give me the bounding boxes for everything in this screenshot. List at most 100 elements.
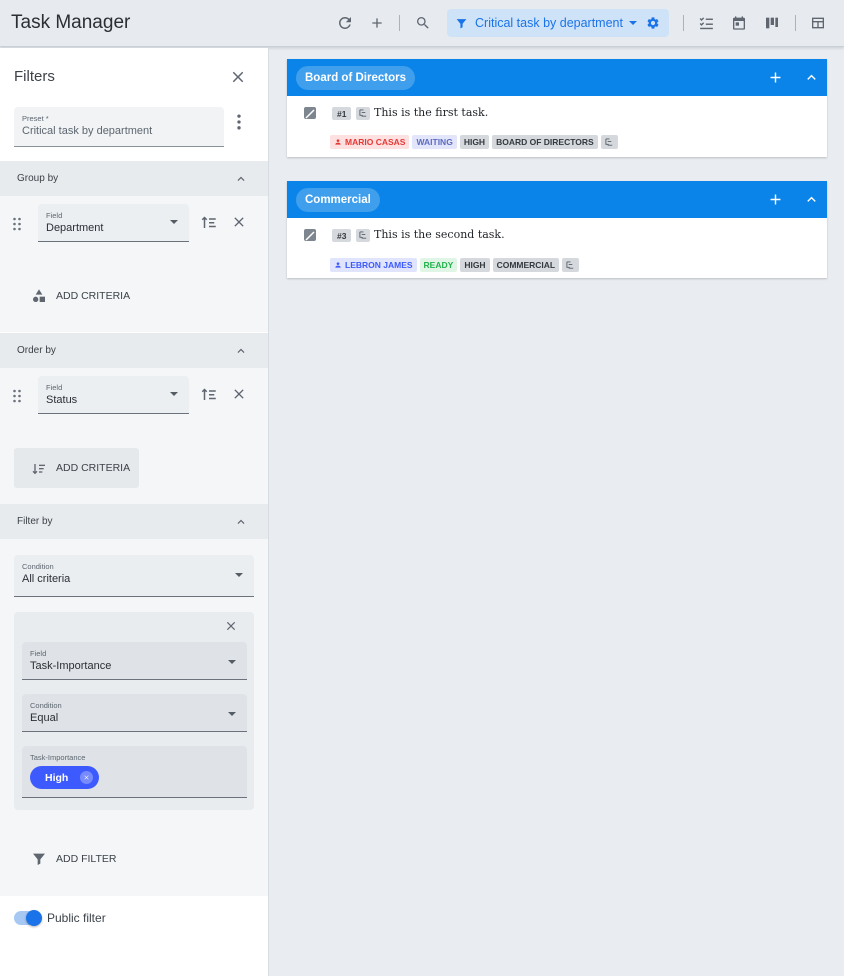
condition-label: Condition [30, 701, 62, 710]
filters-sidebar: Filters Preset * Critical task by depart… [0, 48, 269, 976]
remove-criteria-icon[interactable] [229, 384, 249, 404]
group-header: Commercial [287, 181, 827, 218]
subtasks-icon [562, 258, 580, 272]
task-id: #1 [332, 107, 352, 120]
refresh-icon[interactable] [334, 12, 356, 34]
toolbar-divider [795, 15, 796, 31]
task-card[interactable]: #3 This is the second task. LEBRON JAMES… [287, 218, 827, 279]
group-title: Commercial [296, 188, 380, 212]
public-filter-toggle[interactable] [14, 910, 42, 926]
department-tag: COMMERCIAL [492, 258, 560, 272]
drag-handle-icon[interactable] [12, 389, 22, 403]
collapse-icon[interactable] [803, 191, 820, 208]
field-label: Field [46, 383, 63, 392]
importance-tag: HIGH [460, 258, 490, 272]
remove-criteria-icon[interactable] [229, 212, 249, 232]
subtasks-icon [356, 107, 370, 120]
group-by-field-select[interactable]: Field Department [38, 204, 189, 242]
add-filter-button[interactable]: ADD FILTER [14, 839, 139, 879]
kanban-view-icon[interactable] [761, 12, 783, 34]
condition-value: Equal [30, 712, 59, 724]
filter-field-select[interactable]: Field Task-Importance [22, 642, 247, 680]
assignee-tag[interactable]: MARIO CASAS [330, 135, 410, 149]
caret-down-icon [228, 660, 236, 664]
sort-direction-icon[interactable] [199, 384, 219, 404]
filter-value-input[interactable]: Task-Importance High [22, 746, 247, 798]
caret-down-icon [628, 21, 637, 25]
task-card[interactable]: #1 This is the first task. MARIO CASAS W… [287, 96, 827, 157]
status-icon [304, 107, 316, 119]
preset-field[interactable]: Preset * Critical task by department [14, 107, 224, 147]
preset-field-label: Preset * [22, 114, 49, 123]
filter-operator-select[interactable]: Condition Equal [22, 694, 247, 732]
app-title: Task Manager [11, 12, 131, 33]
filter-by-title: Filter by [17, 516, 53, 527]
task-tags: MARIO CASAS WAITING HIGH BOARD OF DIRECT… [330, 135, 618, 149]
field-value: Status [46, 394, 78, 406]
add-filter-label: ADD FILTER [56, 853, 117, 865]
table-view-icon[interactable] [807, 12, 829, 34]
sort-direction-icon[interactable] [199, 212, 219, 232]
chevron-up-icon[interactable] [234, 344, 248, 358]
importance-tag: HIGH [459, 135, 490, 149]
filter-condition-select[interactable]: Condition All criteria [14, 555, 254, 597]
field-label: Field [30, 649, 47, 658]
caret-down-icon [170, 392, 178, 396]
caret-down-icon [170, 220, 178, 224]
add-order-criteria-button[interactable]: ADD CRITERIA [14, 448, 139, 488]
preset-selector-label: Critical task by department [475, 16, 623, 30]
add-task-icon[interactable] [767, 191, 784, 208]
shapes-icon [33, 289, 45, 302]
top-bar: Task Manager Critical task by department [0, 0, 844, 47]
order-by-header[interactable]: Order by [0, 333, 268, 368]
add-icon[interactable] [366, 12, 388, 34]
close-icon[interactable] [229, 68, 247, 86]
caret-down-icon [228, 712, 236, 716]
filter-icon [33, 853, 45, 865]
add-task-icon[interactable] [767, 69, 784, 86]
filter-by-header[interactable]: Filter by [0, 504, 268, 539]
group-by-title: Group by [17, 173, 59, 184]
person-icon [335, 139, 341, 145]
task-group: Commercial #3 This is the second task. L… [287, 181, 827, 278]
status-icon [304, 229, 316, 241]
drag-handle-icon[interactable] [12, 217, 22, 231]
group-by-header[interactable]: Group by [0, 161, 268, 196]
remove-filter-icon[interactable] [221, 616, 241, 636]
more-options-icon[interactable] [229, 112, 249, 132]
condition-label: Condition [22, 562, 54, 571]
search-icon[interactable] [412, 12, 434, 34]
collapse-icon[interactable] [803, 69, 820, 86]
status-tag: WAITING [412, 135, 457, 149]
sort-icon [32, 464, 45, 475]
task-title: This is the second task. [374, 228, 505, 241]
remove-chip-icon[interactable] [80, 771, 94, 784]
preset-selector[interactable]: Critical task by department [447, 9, 669, 37]
filter-rule-card: Field Task-Importance Condition Equal Ta… [14, 612, 254, 810]
gear-icon[interactable] [646, 16, 660, 30]
calendar-view-icon[interactable] [728, 12, 750, 34]
task-group: Board of Directors #1 This is the first … [287, 59, 827, 157]
assignee-tag[interactable]: LEBRON JAMES [330, 258, 417, 272]
task-id: #3 [332, 229, 352, 242]
value-chip[interactable]: High [30, 766, 100, 789]
filter-icon [456, 18, 467, 28]
status-tag: READY [419, 258, 458, 272]
subtasks-icon [600, 135, 618, 149]
add-criteria-label: ADD CRITERIA [56, 290, 131, 302]
chevron-up-icon[interactable] [234, 172, 248, 186]
add-group-criteria-button[interactable]: ADD CRITERIA [14, 276, 139, 316]
task-tags: LEBRON JAMES READY HIGH COMMERCIAL [330, 258, 580, 272]
task-title: This is the first task. [374, 106, 489, 119]
checklist-view-icon[interactable] [695, 12, 717, 34]
person-icon [335, 262, 341, 268]
public-filter-label: Public filter [47, 911, 106, 925]
field-value: Department [46, 222, 104, 234]
chevron-up-icon[interactable] [234, 515, 248, 529]
toolbar-divider [683, 15, 684, 31]
value-label: Task-Importance [30, 753, 86, 762]
field-label: Field [46, 211, 63, 220]
order-by-field-select[interactable]: Field Status [38, 376, 189, 414]
chip-label: High [45, 771, 69, 784]
caret-down-icon [235, 573, 243, 577]
